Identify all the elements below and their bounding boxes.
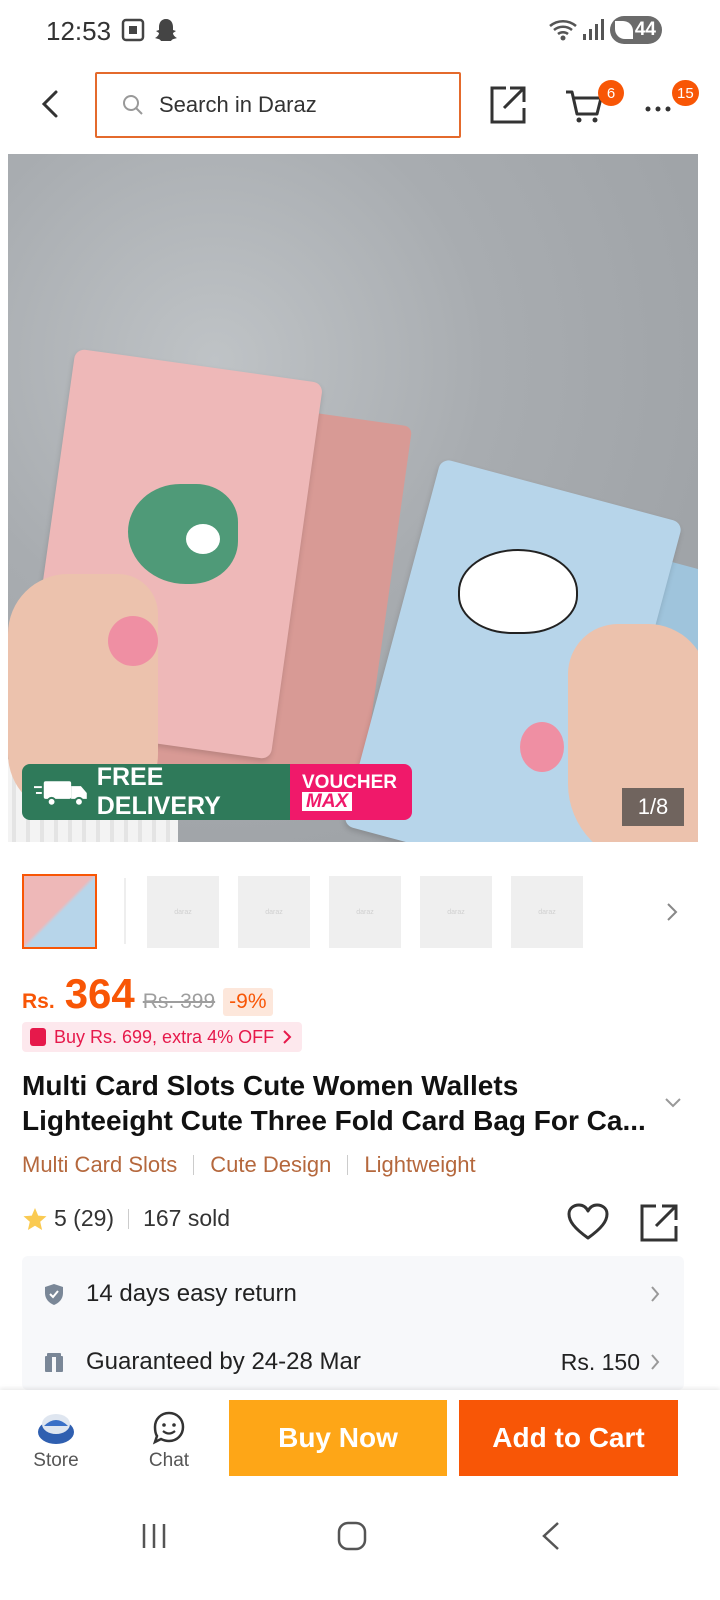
voucher-label: VOUCHER — [302, 772, 398, 793]
promo-banner: FREE DELIVERY VOUCHER MAX — [22, 763, 412, 820]
back-icon[interactable] — [30, 84, 70, 124]
right-nail — [520, 722, 564, 772]
thumbnail-placeholder: daraz — [447, 908, 465, 916]
battery-indicator: 44 — [610, 16, 662, 44]
chevron-right-icon — [651, 1286, 660, 1302]
status-time: 12:53 — [46, 16, 112, 46]
snapchat-icon — [155, 19, 177, 41]
return-policy-text: 14 days easy return — [86, 1280, 297, 1307]
thumbnail-placeholder: daraz — [356, 908, 374, 916]
cart-badge: 6 — [598, 80, 624, 106]
tag-cute-design: Cute Design — [210, 1152, 332, 1177]
chevron-down-icon[interactable] — [662, 1094, 684, 1112]
chat-label: Chat — [148, 1450, 190, 1471]
image-counter: 1/8 — [622, 788, 684, 826]
rating-divider — [128, 1208, 130, 1229]
voucher-max-label: MAX — [302, 792, 353, 811]
product-title: Multi Card Slots Cute Women Wallets Ligh… — [22, 1068, 662, 1138]
tag-divider — [193, 1155, 195, 1175]
bundle-offer-label: Buy Rs. 699, extra 4% OFF — [54, 1026, 275, 1047]
thumbnail-6[interactable]: daraz — [511, 876, 583, 948]
recent-apps-icon[interactable] — [138, 1520, 170, 1552]
dinosaur-belly — [186, 524, 220, 554]
screenshot-icon — [121, 18, 145, 42]
more-badge: 15 — [672, 80, 699, 106]
chat-icon — [152, 1411, 185, 1445]
rating-row[interactable]: 5 (29) 167 sold — [22, 1205, 230, 1232]
voucher-max-badge: VOUCHER MAX — [290, 764, 412, 820]
top-nav: Search in Daraz 6 15 — [0, 62, 720, 152]
price-amount: 364 — [64, 970, 135, 1017]
bottom-action-bar: Store Chat Buy Now Add to Cart — [0, 1390, 720, 1490]
thumbnail-1[interactable] — [22, 874, 97, 949]
product-title-line-2: Lighteeight Cute Three Fold Card Bag For… — [22, 1105, 646, 1136]
price-currency: Rs. — [22, 990, 55, 1013]
thumbnail-4[interactable]: daraz — [329, 876, 401, 948]
thumbnail-2[interactable]: daraz — [147, 876, 219, 948]
buy-now-button[interactable]: Buy Now — [229, 1400, 447, 1476]
chevron-right-icon — [651, 1354, 660, 1370]
product-image[interactable] — [8, 154, 698, 842]
thumbnail-divider — [124, 878, 126, 944]
wifi-icon — [549, 19, 577, 41]
thumbnail-5[interactable]: daraz — [420, 876, 492, 948]
tag-lightweight: Lightweight — [364, 1152, 476, 1177]
battery-level: 44 — [634, 19, 656, 40]
shield-check-icon — [45, 1284, 63, 1305]
thumbnail-placeholder: daraz — [174, 908, 192, 916]
battery-saver-icon — [615, 21, 633, 39]
feature-tags: Multi Card Slots Cute Design Lightweight — [22, 1152, 476, 1178]
search-icon — [123, 95, 143, 115]
store-button[interactable]: Store — [16, 1410, 96, 1472]
search-placeholder: Search in Daraz — [159, 92, 317, 117]
delivery-truck-icon — [34, 781, 87, 807]
system-nav-bar — [0, 1490, 720, 1600]
delivery-fee-group: Rs. 150 — [561, 1349, 660, 1376]
free-delivery-label: FREE DELIVERY — [96, 763, 221, 820]
star-icon — [23, 1207, 47, 1230]
left-nail — [108, 616, 158, 666]
status-bar: 12:53 44 — [0, 0, 720, 62]
tag-multi-card-slots: Multi Card Slots — [22, 1152, 178, 1177]
chevron-right-icon[interactable] — [662, 900, 682, 924]
thumbnail-placeholder: daraz — [265, 908, 283, 916]
original-price: Rs. 399 — [142, 990, 216, 1013]
product-title-line-1: Multi Card Slots Cute Women Wallets — [22, 1070, 519, 1101]
voucher-tag-icon — [30, 1028, 46, 1046]
thumbnail-placeholder: daraz — [538, 908, 556, 916]
thumbnail-3[interactable]: daraz — [238, 876, 310, 948]
bundle-offer[interactable]: Buy Rs. 699, extra 4% OFF — [22, 1022, 303, 1052]
more-button[interactable]: 15 — [640, 80, 702, 130]
share-icon[interactable] — [488, 84, 528, 126]
thumbnail-strip: daraz daraz daraz daraz daraz — [0, 872, 720, 952]
chevron-right-icon — [283, 1030, 292, 1044]
signal-icon — [583, 19, 604, 40]
service-info: 14 days easy return Guaranteed by 24-28 … — [22, 1256, 684, 1390]
rating-value: 5 (29) — [54, 1205, 115, 1231]
search-input[interactable]: Search in Daraz — [95, 72, 461, 138]
discount-badge: -9% — [223, 988, 273, 1016]
package-icon — [45, 1352, 63, 1372]
chat-button[interactable]: Chat — [129, 1410, 209, 1472]
cart-button[interactable]: 6 — [562, 80, 624, 130]
system-back-icon[interactable] — [536, 1520, 568, 1552]
return-policy-chevron — [640, 1285, 660, 1303]
tag-divider — [347, 1155, 349, 1175]
heart-icon[interactable] — [566, 1202, 610, 1242]
delivery-text: Guaranteed by 24-28 Mar — [86, 1348, 361, 1375]
more-icon — [645, 106, 671, 112]
store-label: Store — [33, 1450, 79, 1471]
return-policy-row[interactable]: 14 days easy return — [22, 1264, 684, 1324]
store-icon — [38, 1414, 74, 1444]
price-block: Rs. 364 Rs. 399 -9% — [22, 970, 273, 1020]
share-icon[interactable] — [638, 1202, 680, 1244]
add-to-cart-button[interactable]: Add to Cart — [459, 1400, 678, 1476]
dinosaur-print — [128, 484, 238, 584]
delivery-fee: Rs. 150 — [560, 1348, 640, 1375]
delivery-row[interactable]: Guaranteed by 24-28 Mar Rs. 150 — [22, 1332, 684, 1392]
sold-count: 167 sold — [143, 1205, 231, 1231]
free-delivery-badge: FREE DELIVERY — [22, 763, 290, 820]
home-icon[interactable] — [336, 1520, 368, 1552]
bunny-print — [458, 549, 578, 634]
